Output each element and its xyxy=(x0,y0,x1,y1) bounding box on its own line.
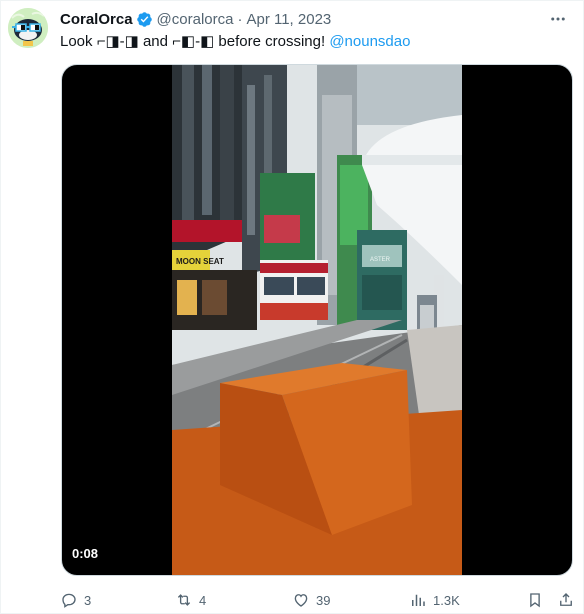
separator-dot: · xyxy=(237,10,243,28)
bookmark-button[interactable] xyxy=(526,589,544,611)
video-duration: 0:08 xyxy=(72,546,99,561)
share-icon xyxy=(560,593,572,606)
retweet-count: 4 xyxy=(199,592,207,608)
bookmark-icon xyxy=(530,593,540,608)
retweet-button[interactable]: 4 xyxy=(175,589,206,611)
like-count: 39 xyxy=(316,592,331,608)
tweet-header: CoralOrca @coralorca · Apr 11, 2023 xyxy=(60,9,331,29)
video-player[interactable]: MOON SEAT ASTER 0:08 xyxy=(61,64,573,576)
more-dots-icon xyxy=(551,17,565,21)
heart-icon xyxy=(294,594,308,607)
tweet-text-body: Look ⌐◨-◨ and ⌐◧-◧ before crossing! xyxy=(60,33,330,50)
reply-button[interactable]: 3 xyxy=(60,589,91,611)
like-button[interactable]: 39 xyxy=(292,589,330,611)
tram-sign: ASTER xyxy=(370,257,391,263)
more-button[interactable] xyxy=(547,9,569,29)
verified-badge-icon xyxy=(136,11,153,28)
share-button[interactable] xyxy=(557,589,575,611)
tweet-text: Look ⌐◨-◨ and ⌐◧-◧ before crossing! @nou… xyxy=(60,32,410,52)
video-frame: MOON SEAT ASTER xyxy=(172,65,462,575)
timestamp[interactable]: Apr 11, 2023 xyxy=(246,11,331,28)
mention-link[interactable]: @nounsdao xyxy=(329,33,410,50)
tweet-card[interactable]: CoralOrca @coralorca · Apr 11, 2023 Look… xyxy=(0,0,584,614)
views-icon xyxy=(412,594,425,606)
orca-avatar-icon xyxy=(8,8,48,48)
action-bar: 3 4 39 1.3K xyxy=(60,589,572,611)
reply-icon xyxy=(62,593,76,608)
display-name[interactable]: CoralOrca xyxy=(60,11,133,28)
views-button[interactable]: 1.3K xyxy=(409,589,460,611)
avatar[interactable] xyxy=(8,8,48,48)
handle[interactable]: @coralorca xyxy=(157,11,234,28)
views-count: 1.3K xyxy=(433,592,460,608)
storefront-sign: MOON SEAT xyxy=(176,257,224,266)
reply-count: 3 xyxy=(84,592,92,608)
retweet-icon xyxy=(177,594,191,606)
